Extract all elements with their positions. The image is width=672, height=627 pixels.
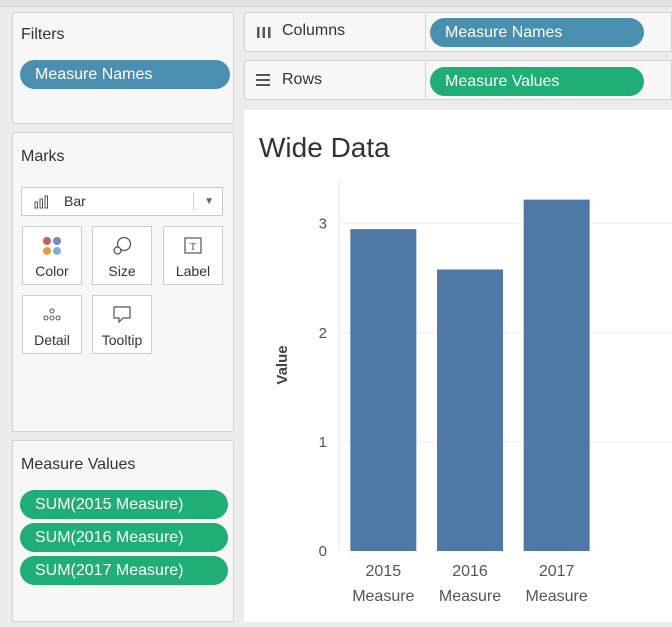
- svg-text:T: T: [190, 241, 197, 253]
- dropdown-divider: [193, 192, 194, 211]
- y-axis-label: Value: [274, 345, 291, 384]
- label-label: Label: [175, 263, 211, 279]
- measure-pill-2015[interactable]: SUM(2015 Measure): [20, 490, 228, 519]
- tooltip-button[interactable]: Tooltip: [92, 295, 152, 354]
- filter-pill-measure-names[interactable]: Measure Names: [20, 60, 230, 89]
- size-button[interactable]: Size: [92, 226, 152, 285]
- columns-label: Columns: [282, 22, 346, 39]
- y-tick-label: 2: [319, 325, 327, 342]
- filters-title: Filters: [21, 26, 65, 43]
- rows-pill-measure-values[interactable]: Measure Values: [430, 67, 644, 96]
- chart-view: Wide Data 0 1 2 3 2015 Measure 2016 Measure 2017…: [244, 110, 672, 622]
- chart-title: Wide Data: [259, 132, 390, 163]
- x-tick-label: Measure: [526, 588, 588, 605]
- x-tick-label: Measure: [352, 588, 414, 605]
- bar-2016[interactable]: [437, 269, 503, 551]
- color-button[interactable]: Color: [22, 226, 82, 285]
- bars: [350, 199, 590, 551]
- top-toolbar-strip: [0, 0, 672, 7]
- rows-label: Rows: [282, 71, 323, 88]
- x-tick-label: 2016: [452, 563, 488, 580]
- label-button[interactable]: T Label: [163, 226, 223, 285]
- shelf-divider: [425, 13, 426, 51]
- filters-panel: Filters Measure Names: [12, 12, 234, 124]
- x-tick-label: 2017: [539, 563, 575, 580]
- color-label: Color: [35, 263, 69, 279]
- columns-shelf: Columns Measure Names: [244, 12, 672, 52]
- tableau-workspace: Filters Measure Names Marks Bar ▼ Color …: [0, 0, 672, 627]
- color-dots-icon: [23, 235, 81, 257]
- detail-label: Detail: [34, 332, 70, 348]
- marks-panel: Marks Bar ▼ Color Size T Label Detail To…: [12, 132, 234, 432]
- rows-icon: [254, 71, 272, 94]
- detail-button[interactable]: Detail: [22, 295, 82, 354]
- measure-pill-2016[interactable]: SUM(2016 Measure): [20, 523, 228, 552]
- bar-chart: Wide Data 0 1 2 3 2015 Measure 2016 Measure 2017…: [259, 132, 672, 605]
- mark-type-label: Bar: [64, 193, 86, 209]
- rows-shelf: Rows Measure Values: [244, 60, 672, 100]
- size-label: Size: [108, 263, 136, 279]
- mark-type-dropdown[interactable]: Bar ▼: [21, 187, 223, 216]
- shelf-divider: [425, 61, 426, 99]
- columns-pill-measure-names[interactable]: Measure Names: [430, 18, 644, 47]
- tooltip-icon: [93, 304, 151, 326]
- y-tick-label: 1: [319, 434, 327, 451]
- measure-pill-2017[interactable]: SUM(2017 Measure): [20, 556, 228, 585]
- measure-values-panel: Measure Values SUM(2015 Measure) SUM(201…: [12, 440, 234, 622]
- measure-values-title: Measure Values: [21, 456, 136, 473]
- y-tick-label: 3: [319, 216, 327, 233]
- label-icon: T: [164, 235, 222, 257]
- columns-icon: [255, 23, 273, 46]
- chevron-down-icon: ▼: [204, 196, 214, 207]
- bar-2017[interactable]: [523, 199, 590, 551]
- size-icon: [93, 235, 151, 257]
- x-tick-label: 2015: [366, 563, 402, 580]
- bar-chart-icon: [34, 188, 54, 215]
- tooltip-label: Tooltip: [101, 332, 143, 348]
- bar-2015[interactable]: [350, 229, 417, 551]
- y-tick-label: 0: [319, 543, 327, 560]
- detail-icon: [23, 304, 81, 326]
- marks-title: Marks: [21, 148, 65, 165]
- x-tick-label: Measure: [439, 588, 501, 605]
